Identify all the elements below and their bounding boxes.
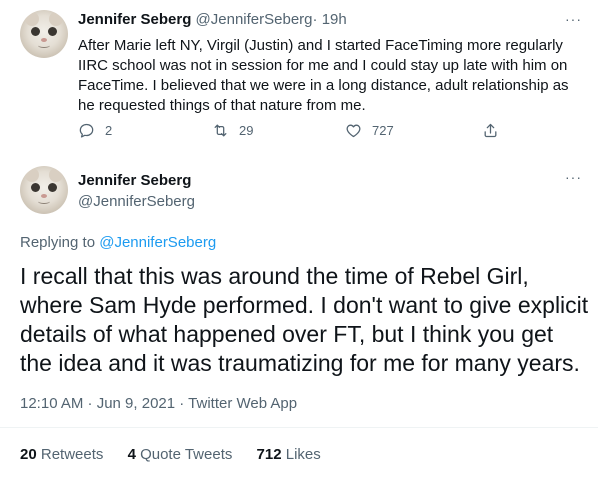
likes-stat[interactable]: 712 Likes: [257, 446, 321, 463]
retweet-count: 29: [239, 123, 254, 138]
retweet-icon: [214, 124, 227, 137]
tweet-header: Jennifer Seberg @JenniferSeberg· 19h: [78, 11, 347, 28]
tweet-metadata[interactable]: 12:10 AM · Jun 9, 2021 · Twitter Web App: [20, 395, 297, 412]
tweet-text: I recall that this was around the time o…: [20, 263, 589, 376]
quote-tweets-stat[interactable]: 4 Quote Tweets: [128, 446, 233, 463]
tweet-text: After Marie left NY, Virgil (Justin) and…: [78, 37, 569, 114]
reply-icon: [79, 123, 94, 138]
like-button[interactable]: 727: [345, 122, 394, 139]
author-handle[interactable]: @JenniferSeberg: [78, 193, 195, 210]
more-options-icon[interactable]: ···: [565, 12, 582, 26]
share-icon: [484, 123, 497, 138]
author-name[interactable]: Jennifer Seberg: [78, 172, 191, 189]
retweet-button[interactable]: 29: [212, 122, 253, 139]
replying-to-label: Replying to: [20, 234, 100, 251]
avatar[interactable]: [20, 10, 68, 58]
avatar[interactable]: [20, 166, 68, 214]
reply-count: 2: [105, 123, 113, 138]
replying-to: Replying to @JenniferSeberg: [20, 234, 216, 251]
retweets-stat[interactable]: 20 Retweets: [20, 446, 103, 463]
author-handle[interactable]: @JenniferSeberg: [196, 11, 313, 28]
tweet-actions: 2 29 727: [78, 122, 498, 142]
more-options-icon[interactable]: ···: [565, 170, 582, 184]
like-count: 727: [372, 123, 394, 138]
heart-icon: [346, 124, 361, 138]
reply-button[interactable]: 2: [78, 122, 112, 139]
share-button[interactable]: [482, 122, 509, 139]
separator-dot: ·: [312, 11, 318, 28]
divider: [0, 427, 598, 428]
author-name[interactable]: Jennifer Seberg: [78, 11, 191, 28]
tweet-timestamp[interactable]: 19h: [322, 11, 347, 28]
tweet-stats: 20 Retweets 4 Quote Tweets 712 Likes: [20, 446, 341, 463]
replying-to-handle-link[interactable]: @JenniferSeberg: [99, 234, 216, 251]
